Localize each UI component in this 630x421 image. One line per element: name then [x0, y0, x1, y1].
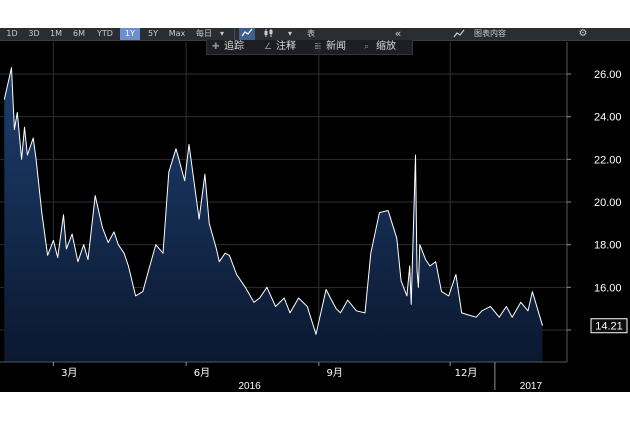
- y-tick-label: 16.00: [594, 282, 622, 294]
- year-label: 2016: [238, 381, 261, 392]
- price-chart[interactable]: 16.00 18.00 20.00 22.00 24.00 26.00 3月 6月 9月 12月…: [0, 28, 630, 392]
- x-tick-label: 6月: [194, 367, 210, 379]
- series-area: [4, 67, 543, 362]
- last-value-label: 14.21: [595, 321, 623, 333]
- y-tick-label: 18.00: [594, 240, 622, 252]
- chart-window: 1D 3D 1M 6M YTD 1Y 5Y Max 每日 ▾ ▾ 表 « 图表内…: [0, 28, 630, 392]
- y-tick-label: 24.00: [594, 112, 622, 124]
- x-tick-label: 9月: [327, 367, 343, 379]
- y-tick-label: 26.00: [594, 69, 622, 81]
- y-tick-label: 22.00: [594, 154, 622, 166]
- x-tick-label: 3月: [61, 367, 77, 379]
- y-tick-label: 20.00: [594, 197, 622, 209]
- y-axis-ticks: 16.00 18.00 20.00 22.00 24.00 26.00: [567, 69, 622, 331]
- last-value-box: 14.21: [590, 318, 628, 334]
- x-axis-ticks: 3月 6月 9月 12月 2016 2017: [52, 362, 543, 392]
- x-tick-label: 12月: [455, 367, 478, 379]
- year-label: 2017: [520, 381, 543, 392]
